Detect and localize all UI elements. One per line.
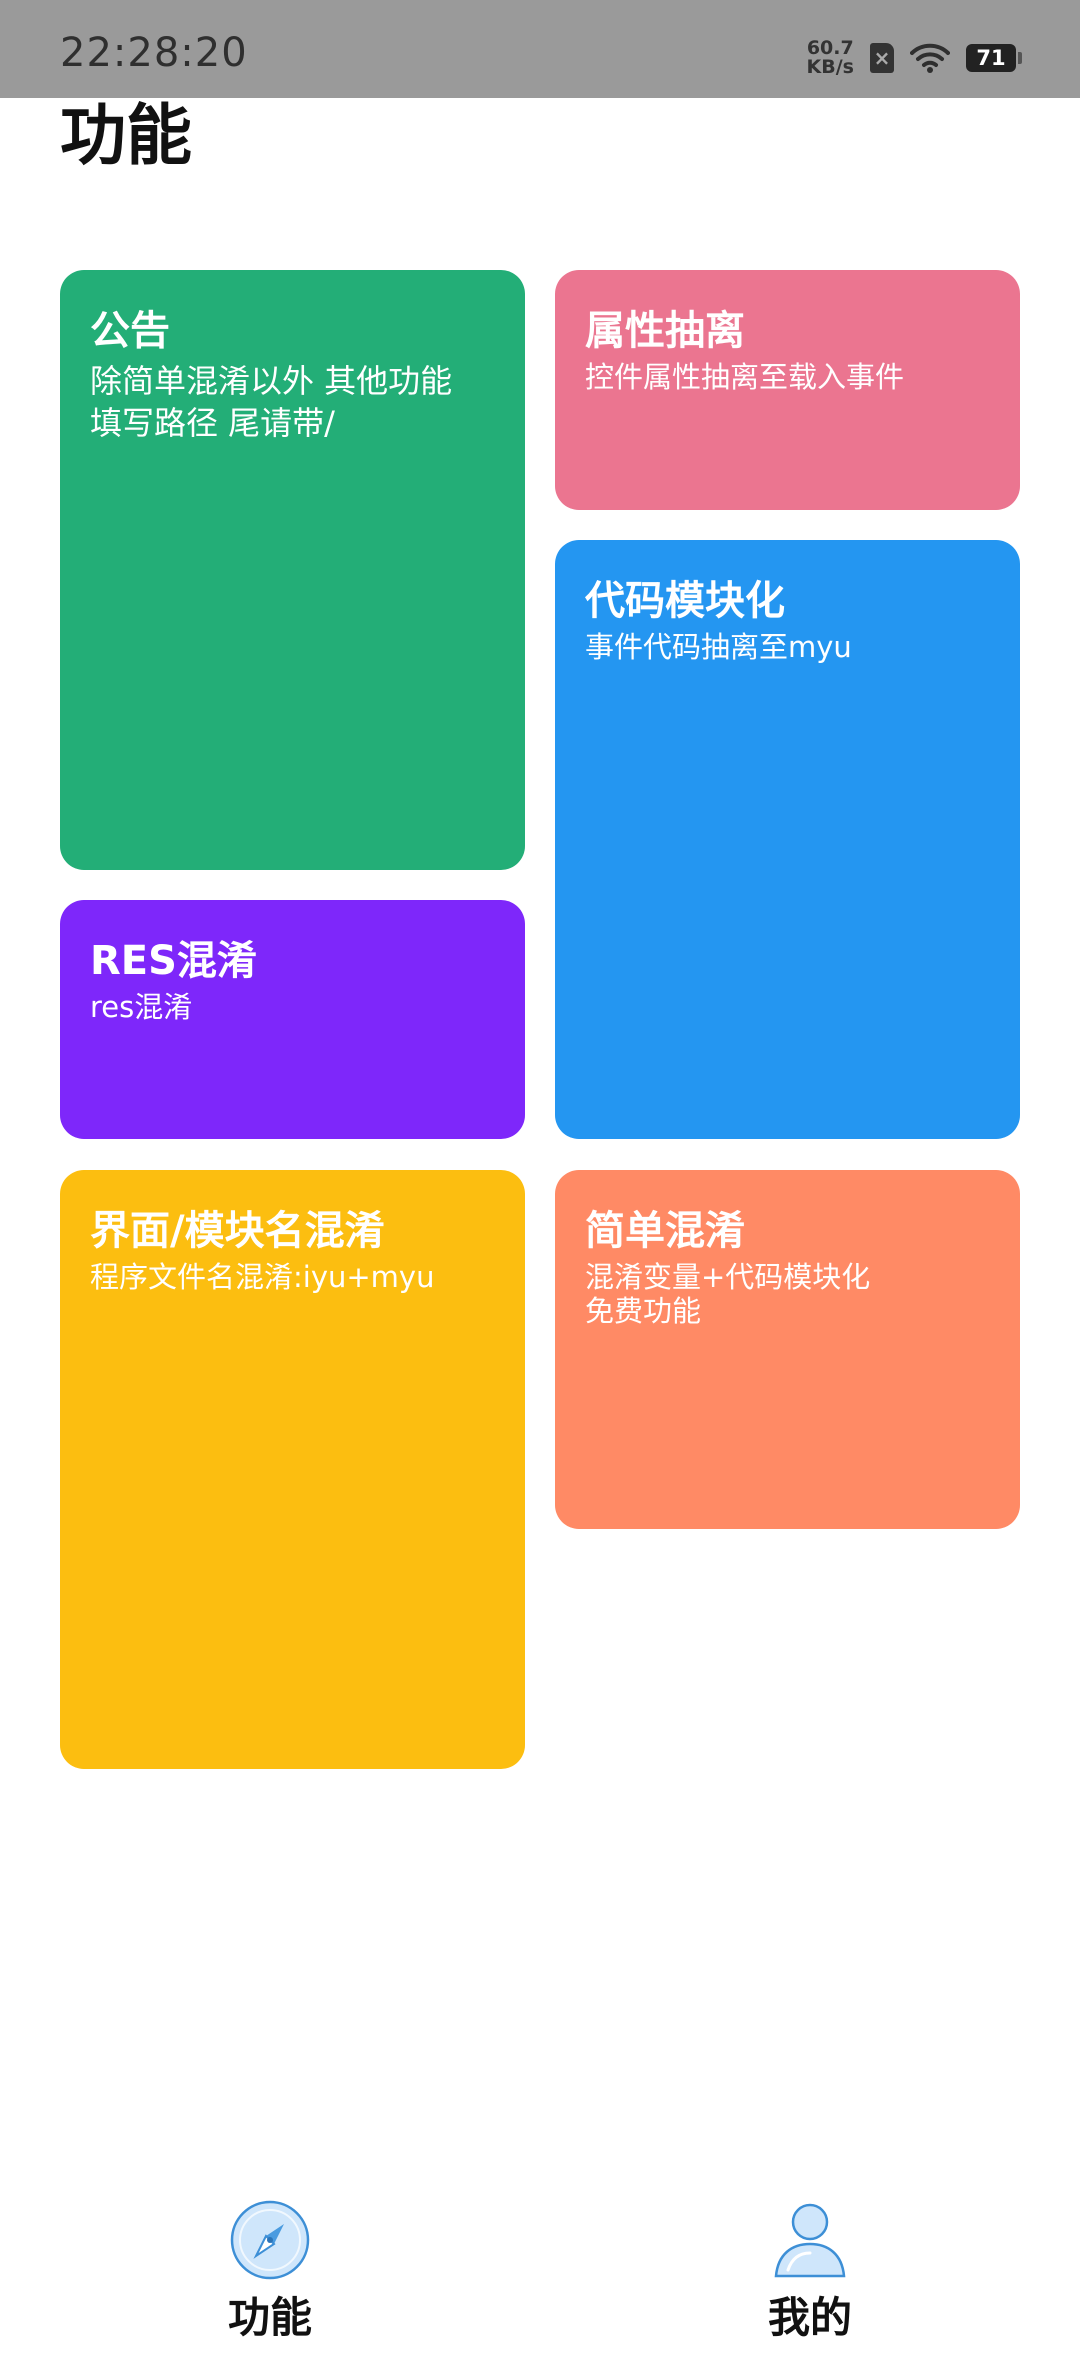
- no-sim-icon: ×: [870, 43, 894, 73]
- card-notice-title: 公告: [90, 308, 170, 354]
- card-ui-module-name[interactable]: 界面/模块名混淆 程序文件名混淆:iyu+myu: [60, 1170, 525, 1769]
- compass-icon: [230, 2200, 310, 2280]
- card-res-obfuscate-title: RES混淆: [90, 938, 257, 984]
- network-speed: 60.7 KB/s: [807, 39, 854, 77]
- nav-item-features[interactable]: 功能: [160, 2198, 380, 2345]
- card-notice-desc: 除简单混淆以外 其他功能 填写路径 尾请带/: [90, 362, 453, 442]
- person-icon: [774, 2203, 846, 2278]
- bottom-nav: 功能 我的: [0, 2180, 1080, 2376]
- card-code-module[interactable]: 代码模块化 事件代码抽离至myu: [555, 540, 1020, 1139]
- nav-label-mine: 我的: [767, 2293, 852, 2342]
- no-sim-glyph: ×: [873, 46, 891, 70]
- card-attr-extract[interactable]: 属性抽离 控件属性抽离至载入事件: [555, 270, 1020, 510]
- nav-item-mine[interactable]: 我的: [700, 2198, 920, 2345]
- nav-label-features: 功能: [227, 2293, 312, 2342]
- card-attr-extract-desc: 控件属性抽离至载入事件: [585, 360, 905, 394]
- card-code-module-desc: 事件代码抽离至myu: [585, 630, 852, 664]
- card-code-module-title: 代码模块化: [585, 578, 785, 624]
- card-simple-obfuscate-desc: 混淆变量+代码模块化 免费功能: [585, 1260, 871, 1328]
- battery-icon: 71: [966, 44, 1022, 72]
- card-res-obfuscate-desc: res混淆: [90, 990, 193, 1024]
- status-bar: 22:28:20 60.7 KB/s × 71: [0, 0, 1080, 98]
- card-attr-extract-title: 属性抽离: [585, 308, 745, 354]
- battery-cap: [1018, 52, 1022, 64]
- card-ui-module-name-desc: 程序文件名混淆:iyu+myu: [90, 1260, 435, 1294]
- status-icons: 60.7 KB/s × 71: [807, 36, 1022, 80]
- status-time: 22:28:20: [60, 30, 248, 76]
- card-notice[interactable]: 公告 除简单混淆以外 其他功能 填写路径 尾请带/: [60, 270, 525, 870]
- card-res-obfuscate[interactable]: RES混淆 res混淆: [60, 900, 525, 1139]
- card-simple-obfuscate[interactable]: 简单混淆 混淆变量+代码模块化 免费功能: [555, 1170, 1020, 1529]
- battery-level: 71: [966, 44, 1016, 72]
- card-simple-obfuscate-title: 简单混淆: [585, 1208, 745, 1254]
- wifi-icon: [910, 43, 950, 73]
- network-speed-unit: KB/s: [806, 56, 854, 78]
- page-title: 功能: [60, 97, 192, 174]
- card-ui-module-name-title: 界面/模块名混淆: [90, 1208, 385, 1254]
